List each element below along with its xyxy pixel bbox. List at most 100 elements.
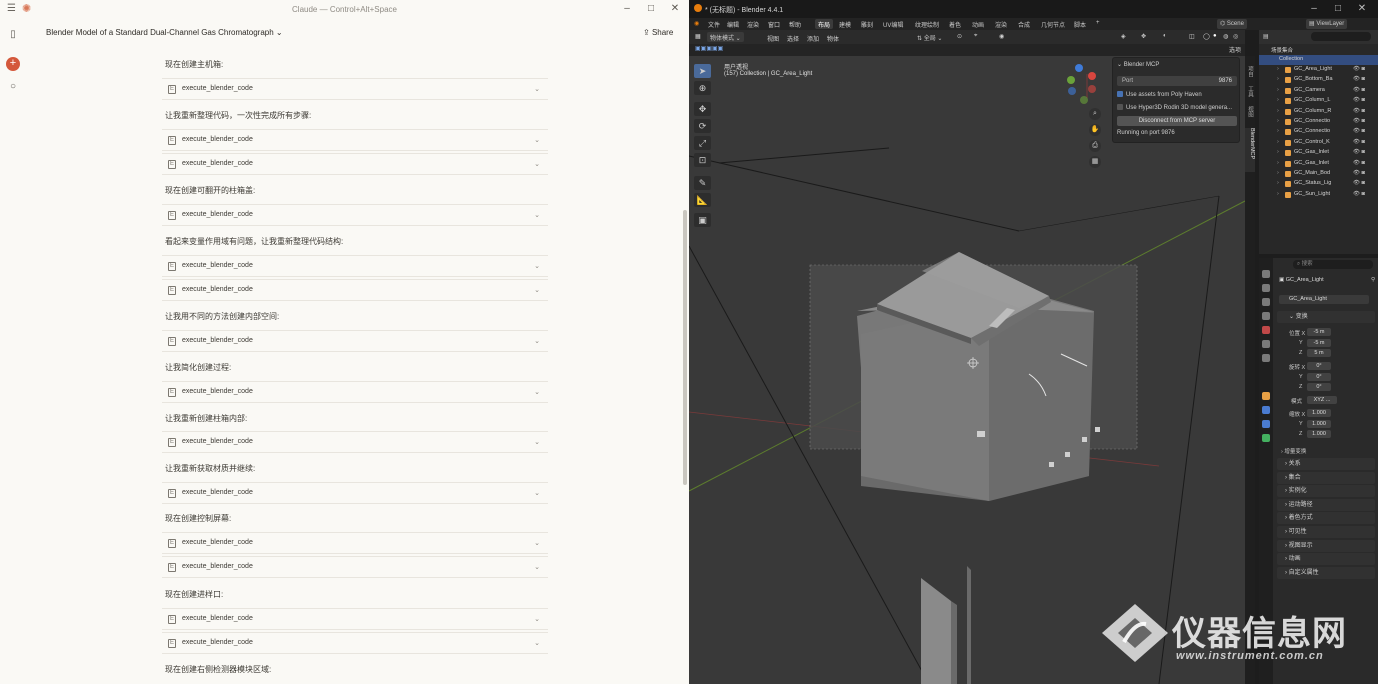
visibility-icon[interactable]: 👁 ◙ <box>1353 108 1365 114</box>
shading-rendered-icon[interactable]: ◎ <box>1233 33 1238 40</box>
mode-selector[interactable]: 物体模式 ⌄ <box>707 32 744 42</box>
pin-icon[interactable]: ⚲ <box>1371 277 1375 283</box>
chevron-down-icon[interactable]: ⌄ <box>534 160 540 168</box>
pan-hand-icon[interactable]: ✋ <box>1089 124 1101 136</box>
shading-solid-icon[interactable]: ● <box>1213 33 1217 39</box>
chevron-down-icon[interactable]: ⌄ <box>534 639 540 647</box>
chevron-down-icon[interactable]: ⌄ <box>534 539 540 547</box>
overlay-icon[interactable]: ◐ <box>1163 33 1167 39</box>
chevron-down-icon[interactable]: ⌄ <box>534 136 540 144</box>
outliner-item[interactable]: › GC_Bottom_Ba 👁 ◙ <box>1259 75 1378 85</box>
scrollbar[interactable] <box>683 210 687 485</box>
share-button[interactable]: ⇪ Share <box>643 28 673 37</box>
location-y[interactable]: -5 m <box>1307 339 1331 347</box>
viewport-menu-add[interactable]: 添加 <box>807 34 819 43</box>
outliner-item[interactable]: › GC_Connectio 👁 ◙ <box>1259 117 1378 127</box>
chevron-down-icon[interactable]: ⌄ <box>534 438 540 446</box>
tool-call-block[interactable]: Eexecute_blender_code ⌄ <box>162 255 548 277</box>
zoom-icon[interactable]: ⌕ <box>1089 108 1101 120</box>
ws-layout[interactable]: 布局 <box>815 19 834 29</box>
property-section[interactable]: › 运动路径 <box>1277 498 1375 511</box>
modifier-props-icon[interactable] <box>1262 406 1270 414</box>
tool-call-block[interactable]: Eexecute_blender_code ⌄ <box>162 532 548 554</box>
tab-view[interactable]: 视图 <box>1246 106 1254 117</box>
tool-call-block[interactable]: Eexecute_blender_code ⌄ <box>162 279 548 301</box>
scale-y[interactable]: 1.000 <box>1307 420 1331 428</box>
scale-tool-icon[interactable]: ⤢ <box>694 136 711 150</box>
visibility-icon[interactable]: 👁 ◙ <box>1353 118 1365 124</box>
ws-modeling[interactable]: 建模 <box>836 19 854 29</box>
viewport-menu-select[interactable]: 选择 <box>787 34 799 43</box>
chevron-down-icon[interactable]: ⌄ <box>534 262 540 270</box>
tool-call-block[interactable]: Eexecute_blender_code ⌄ <box>162 78 548 100</box>
scene-props-icon[interactable] <box>1262 326 1270 334</box>
add-cube-tool-icon[interactable]: ▣ <box>694 213 711 227</box>
menu-edit[interactable]: 编辑 <box>727 20 739 29</box>
outliner-search[interactable] <box>1311 32 1371 41</box>
chevron-down-icon[interactable]: ⌄ <box>534 388 540 396</box>
polyhaven-checkbox[interactable]: Use assets from Poly Haven <box>1117 91 1202 98</box>
visibility-icon[interactable]: 👁 ◙ <box>1353 139 1365 145</box>
perspective-toggle-icon[interactable]: ▦ <box>1089 156 1101 168</box>
view-layer-props-icon[interactable] <box>1262 312 1270 320</box>
xray-icon[interactable]: ◫ <box>1189 33 1195 40</box>
outliner-item[interactable]: › GC_Camera 👁 ◙ <box>1259 86 1378 96</box>
data-props-icon[interactable] <box>1262 434 1270 442</box>
tab-tool[interactable]: 工具 <box>1246 86 1254 97</box>
tab-blendermcp[interactable]: BlenderMCP <box>1245 128 1255 172</box>
viewport-menu-object[interactable]: 物体 <box>827 34 839 43</box>
annotate-tool-icon[interactable]: ✎ <box>694 176 711 190</box>
select-mode-icons[interactable]: ▣▣▣▣▣ <box>695 45 723 52</box>
tool-call-block[interactable]: Eexecute_blender_code ⌄ <box>162 129 548 151</box>
object-data-field[interactable]: GC_Area_Light <box>1279 295 1369 304</box>
ws-shading[interactable]: 着色 <box>946 19 964 29</box>
gizmo-icon[interactable]: ✥ <box>1141 33 1146 40</box>
rotation-y[interactable]: 0° <box>1307 373 1331 381</box>
expand-icon[interactable]: › <box>1277 139 1279 145</box>
property-section[interactable]: › 实例化 <box>1277 485 1375 498</box>
outliner-item[interactable]: › GC_Column_L 👁 ◙ <box>1259 96 1378 106</box>
3d-viewport[interactable]: ➤ ⊕ ✥ ⟳ ⤢ ⊡ ✎ 📐 ▣ 用户透视 (157) Collection … <box>689 56 1245 684</box>
ws-texture[interactable]: 纹理绘制 <box>912 19 942 29</box>
sidebar-toggle-icon[interactable]: ▯ <box>6 28 20 42</box>
properties-search[interactable]: ⌕ 搜索 <box>1293 260 1373 269</box>
world-props-icon[interactable] <box>1262 340 1270 348</box>
maximize-icon[interactable]: □ <box>644 3 658 14</box>
physics-props-icon[interactable] <box>1262 420 1270 428</box>
tool-call-block[interactable]: Eexecute_blender_code ⌄ <box>162 482 548 504</box>
tool-call-block[interactable]: Eexecute_blender_code ⌄ <box>162 556 548 578</box>
chat-title[interactable]: Blender Model of a Standard Dual-Channel… <box>46 28 283 37</box>
rotation-x[interactable]: 0° <box>1307 362 1331 370</box>
tool-call-block[interactable]: Eexecute_blender_code ⌄ <box>162 381 548 403</box>
scale-x[interactable]: 1.000 <box>1307 409 1331 417</box>
chevron-down-icon[interactable]: ⌄ <box>534 286 540 294</box>
visibility-icon[interactable]: 👁 ◙ <box>1353 76 1365 82</box>
scene-selector[interactable]: ⌬ Scene <box>1217 19 1247 29</box>
chevron-down-icon[interactable]: ⌄ <box>534 563 540 571</box>
ws-scripting[interactable]: 脚本 <box>1071 19 1089 29</box>
expand-icon[interactable]: › <box>1277 160 1279 166</box>
hyper3d-checkbox[interactable]: Use Hyper3D Rodin 3D model genera... <box>1117 104 1232 111</box>
render-props-icon[interactable] <box>1262 284 1270 292</box>
transform-tool-icon[interactable]: ⊡ <box>694 153 711 167</box>
visibility-icon[interactable]: 👁 ◙ <box>1353 160 1365 166</box>
cursor-tool-icon[interactable]: ⊕ <box>694 81 711 95</box>
menu-help[interactable]: 帮助 <box>789 20 801 29</box>
chevron-down-icon[interactable]: ⌄ <box>534 211 540 219</box>
transform-orientation[interactable]: ⇅ 全局 ⌄ <box>914 32 945 42</box>
outliner-collection[interactable]: Collection <box>1259 55 1378 65</box>
expand-icon[interactable]: › <box>1277 191 1279 197</box>
visibility-icon[interactable]: 👁 ◙ <box>1353 97 1365 103</box>
measure-tool-icon[interactable]: 📐 <box>694 193 711 207</box>
search-icon[interactable]: ○ <box>6 80 20 94</box>
viewport-menu-view[interactable]: 视图 <box>767 34 779 43</box>
property-section[interactable]: › 动画 <box>1277 553 1375 566</box>
visibility-icon[interactable]: 👁 ◙ <box>1353 191 1365 197</box>
ws-geometry[interactable]: 几何节点 <box>1038 19 1068 29</box>
ws-uv[interactable]: UV编辑 <box>880 19 906 29</box>
blender-menu-icon[interactable]: ◉ <box>694 20 699 27</box>
location-x[interactable]: -5 m <box>1307 328 1331 336</box>
expand-icon[interactable]: › <box>1277 118 1279 124</box>
scale-z[interactable]: 1.000 <box>1307 430 1331 438</box>
snap-icon[interactable]: ⌖ <box>974 33 977 40</box>
